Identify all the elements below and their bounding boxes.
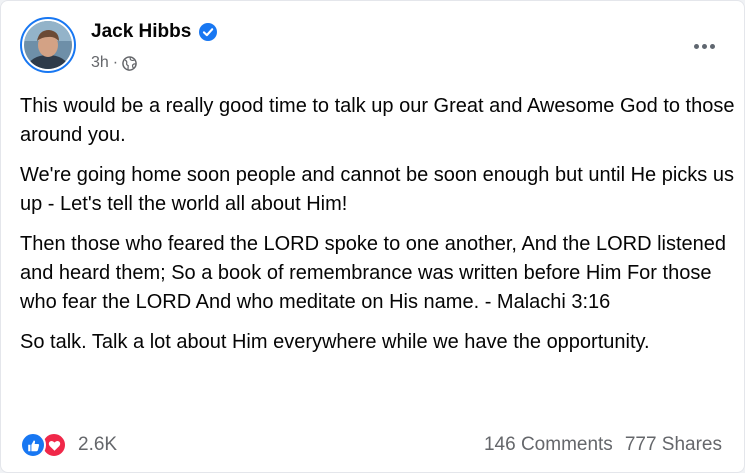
reaction-count: 2.6K xyxy=(78,434,118,455)
post-footer: 2.6K 146 Comments 777 Shares xyxy=(20,432,722,458)
engagement-stats: 146 Comments 777 Shares xyxy=(484,434,722,456)
shares-count-link[interactable]: 777 Shares xyxy=(625,434,722,456)
verified-badge-icon xyxy=(199,23,218,41)
post-meta: 3h · xyxy=(91,54,137,72)
avatar-image xyxy=(24,21,72,69)
more-options-icon[interactable] xyxy=(686,34,722,58)
globe-icon[interactable] xyxy=(122,55,137,71)
reactions-summary[interactable]: 2.6K xyxy=(20,432,117,458)
like-icon xyxy=(20,432,46,458)
post-paragraph: We're going home soon people and cannot … xyxy=(20,164,734,215)
post-paragraph: This would be a really good time to talk… xyxy=(20,95,735,146)
post-text: This would be a really good time to talk… xyxy=(20,92,735,368)
post-timestamp[interactable]: 3h xyxy=(91,54,109,72)
author-row: Jack Hibbs xyxy=(91,21,218,43)
author-name[interactable]: Jack Hibbs xyxy=(91,21,191,43)
post-paragraph: So talk. Talk a lot about Him everywhere… xyxy=(20,331,650,353)
post-paragraph: Then those who feared the LORD spoke to … xyxy=(20,233,727,313)
comments-count-link[interactable]: 146 Comments xyxy=(484,434,613,456)
post-card: Jack Hibbs 3h · This would be a really g… xyxy=(0,0,745,473)
author-avatar[interactable] xyxy=(20,17,76,73)
meta-separator: · xyxy=(112,54,119,71)
